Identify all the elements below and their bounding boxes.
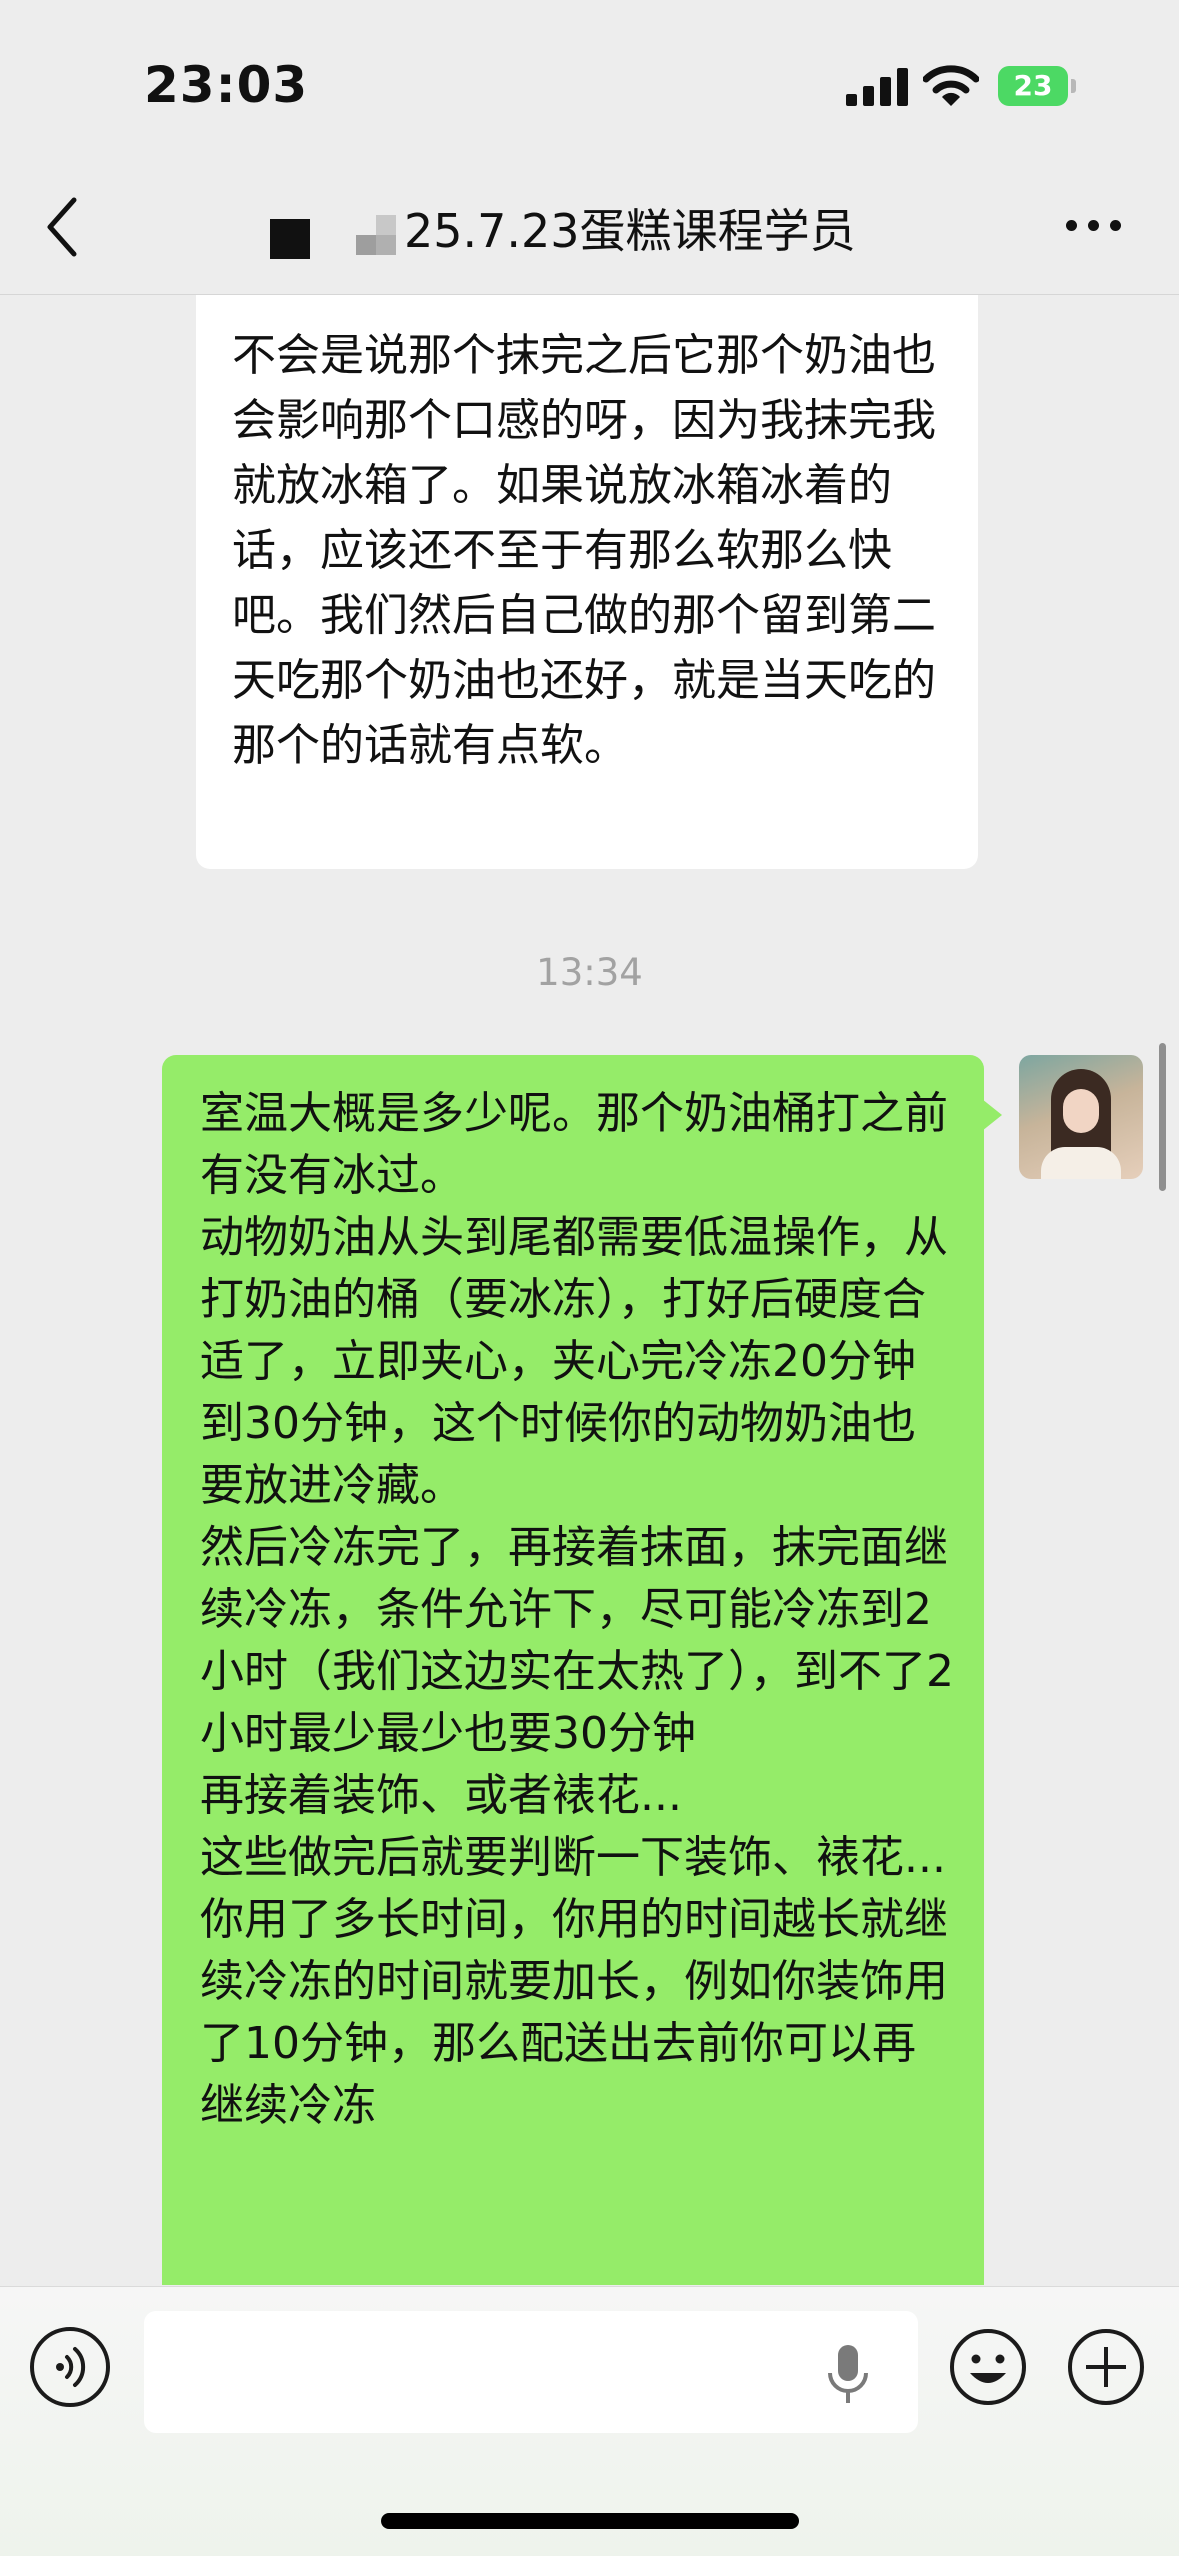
input-bar bbox=[0, 2286, 1179, 2556]
outgoing-message-text: 室温大概是多少呢。那个奶油桶打之前有没有冰过。 动物奶油从头到尾都需要低温操作，… bbox=[200, 1088, 954, 2131]
redacted-mosaic bbox=[356, 215, 396, 255]
battery-charging-icon: 23 bbox=[998, 66, 1078, 106]
nav-bar: 25.7.23蛋糕课程学员 bbox=[0, 160, 1179, 295]
chat-title-group[interactable]: 25.7.23蛋糕课程学员 bbox=[270, 188, 856, 268]
wechat-chat-screen: 23:03 23 25.7.23蛋糕课程学员 不会是说那个抹完之后它那个奶油也会… bbox=[0, 0, 1179, 2556]
battery-cap bbox=[1071, 79, 1076, 93]
scrollbar[interactable] bbox=[1159, 1043, 1166, 1191]
emoji-icon[interactable] bbox=[948, 2327, 1028, 2407]
incoming-message-text: 不会是说那个抹完之后它那个奶油也会影响那个口感的呀，因为我抹完我就放冰箱了。如果… bbox=[232, 330, 936, 771]
cellular-signal-icon bbox=[846, 68, 908, 106]
microphone-icon[interactable] bbox=[826, 2343, 870, 2407]
plus-icon[interactable] bbox=[1066, 2327, 1146, 2407]
battery-level: 23 bbox=[1013, 69, 1053, 102]
voice-icon[interactable] bbox=[30, 2327, 110, 2407]
chat-title: 25.7.23蛋糕课程学员 bbox=[404, 204, 856, 258]
status-time: 23:03 bbox=[144, 56, 309, 114]
message-list[interactable]: 不会是说那个抹完之后它那个奶油也会影响那个口感的呀，因为我抹完我就放冰箱了。如果… bbox=[0, 295, 1179, 2285]
incoming-message-bubble[interactable]: 不会是说那个抹完之后它那个奶油也会影响那个口感的呀，因为我抹完我就放冰箱了。如果… bbox=[196, 295, 978, 869]
message-timestamp: 13:34 bbox=[536, 951, 643, 994]
back-chevron-icon[interactable] bbox=[40, 194, 90, 260]
message-input[interactable] bbox=[144, 2311, 918, 2433]
redacted-block bbox=[270, 219, 310, 259]
avatar[interactable] bbox=[1019, 1055, 1143, 1179]
home-indicator[interactable] bbox=[381, 2513, 799, 2529]
more-dots-icon[interactable] bbox=[1064, 216, 1124, 236]
bubble-tail bbox=[982, 1099, 1002, 1131]
status-bar: 23:03 23 bbox=[0, 0, 1179, 160]
wifi-icon bbox=[923, 65, 979, 106]
outgoing-message-bubble[interactable]: 室温大概是多少呢。那个奶油桶打之前有没有冰过。 动物奶油从头到尾都需要低温操作，… bbox=[162, 1055, 1002, 2285]
